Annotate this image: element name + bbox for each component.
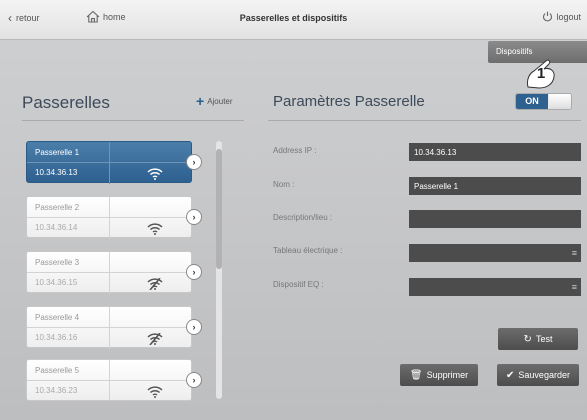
eq-device-select[interactable]: ≡ [409,278,581,296]
gateway-ip: 10.34.36.15 [35,278,78,287]
gateway-ip: 10.34.36.16 [35,333,78,342]
divider [22,120,244,121]
scrollbar-thumb[interactable] [216,149,222,269]
gateway-ip: 10.34.36.13 [35,168,78,177]
gateway-4-arrow-icon[interactable]: › [186,319,202,335]
divider [27,162,193,163]
name-label: Nom : [273,180,295,189]
divider [109,252,110,294]
wifi-icon [147,223,163,235]
divider [109,142,110,184]
toggle-on-label: ON [516,94,548,109]
gateway-2-arrow-icon[interactable]: › [186,209,202,225]
name-field[interactable]: Passerelle 1 [409,177,581,195]
wifi-off-icon [147,278,163,290]
power-icon [543,11,553,22]
gateway-3-arrow-icon[interactable]: › [186,264,202,280]
electrical-panel-label: Tableau électrique : [273,246,343,255]
logout-button[interactable]: logout [542,11,581,22]
electrical-panel-select[interactable]: ≡ [409,244,581,262]
divider [109,307,110,349]
gateway-name: Passerelle 2 [35,203,80,212]
add-label: Ajouter [207,96,233,106]
divider [27,380,193,381]
gateway-ip: 10.34.36.23 [35,386,78,395]
wifi-off-icon [147,333,163,345]
test-label: Test [535,334,553,344]
gateway-ip: 10.34.36.14 [35,223,78,232]
gateway-1-arrow-icon[interactable]: › [186,154,202,170]
wifi-icon [147,386,163,398]
menu-icon: ≡ [571,248,577,258]
save-button[interactable]: ✔ Sauvegarder [497,364,579,386]
top-bar: ‹ retour home Passerelles et dispositifs… [0,0,587,40]
gateway-item-1[interactable]: Passerelle 1 10.34.36.13 [26,141,193,184]
ip-address-label: Address IP : [273,146,317,155]
gateway-name: Passerelle 3 [35,258,80,267]
divider [268,120,581,121]
plus-icon: + [196,93,205,109]
check-icon: ✔ [506,369,515,381]
gateway-name: Passerelle 1 [35,148,80,157]
page-title: Passerelles et dispositifs [239,13,348,23]
delete-label: Supprimer [426,370,469,380]
menu-icon: ≡ [571,282,577,292]
gateways-title: Passerelles [22,93,110,112]
toggle-knob [549,94,571,109]
divider [109,197,110,239]
wifi-icon [147,168,163,180]
divider [109,360,110,401]
divider [27,327,193,328]
tutorial-callout: 1 [524,59,558,89]
list-scrollbar[interactable] [216,141,222,399]
gateway-on-toggle[interactable]: ON [515,93,572,110]
save-label: Sauvegarder [518,370,570,380]
gateway-name: Passerelle 5 [35,366,80,375]
refresh-icon: ↻ [523,333,532,345]
logout-label: logout [556,11,581,22]
gateway-settings-title: Paramètres Passerelle [273,93,425,110]
gateway-name: Passerelle 4 [35,313,80,322]
divider [27,217,193,218]
delete-button[interactable]: 🗑 Supprimer [400,364,478,386]
ip-address-field[interactable]: 10.34.36.13 [409,143,581,161]
test-button[interactable]: ↻ Test [498,328,578,350]
divider [27,272,193,273]
gateway-5-arrow-icon[interactable]: › [186,372,202,388]
name-value: Passerelle 1 [414,182,459,191]
gateway-item-5[interactable]: Passerelle 5 10.34.36.23 [26,359,193,401]
gateway-item-3[interactable]: Passerelle 3 10.34.36.15 [26,251,193,294]
gateway-list: Passerelle 1 10.34.36.13 › Passerelle 2 … [26,141,222,401]
callout-number: 1 [536,65,546,82]
description-field[interactable] [409,210,581,228]
add-gateway-button[interactable]: + Ajouter [196,93,233,109]
gateway-item-2[interactable]: Passerelle 2 10.34.36.14 [26,196,193,239]
description-label: Description/lieu : [273,213,333,222]
ip-address-value: 10.34.36.13 [414,148,457,157]
gateway-item-4[interactable]: Passerelle 4 10.34.36.16 [26,306,193,349]
trash-icon: 🗑 [409,369,423,381]
eq-device-label: Dispositif EQ : [273,280,324,289]
